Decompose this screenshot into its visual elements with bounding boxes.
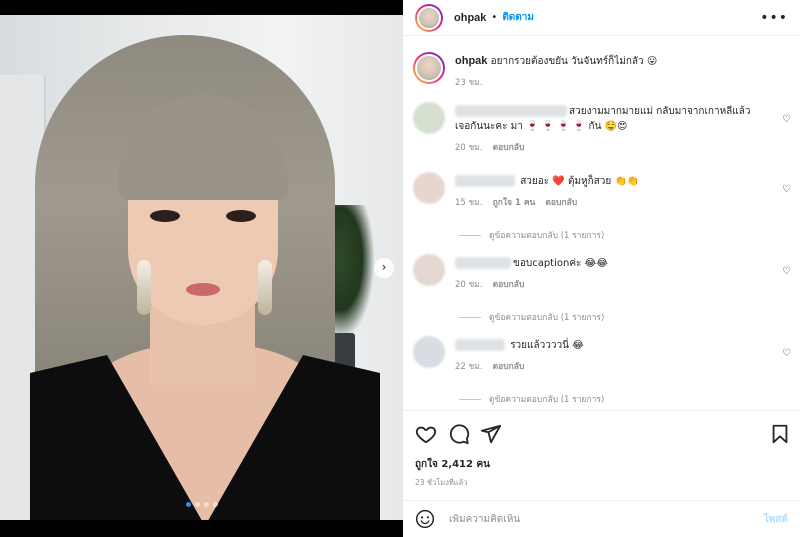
comment-list[interactable]: ohpak อยากรวยต้องขยัน วันจันทร์ก็ไม่กลัว… <box>403 44 800 410</box>
avatar[interactable] <box>413 102 445 134</box>
caption-row: ohpak อยากรวยต้องขยัน วันจันทร์ก็ไม่กลัว… <box>413 52 793 96</box>
avatar[interactable] <box>413 52 445 84</box>
view-replies-label: ดูข้อความตอบกลับ (1 รายการ) <box>489 313 605 323</box>
heart-icon[interactable]: ♡ <box>782 348 791 359</box>
view-replies-button[interactable]: ดูข้อความตอบกลับ (1 รายการ) <box>459 392 604 406</box>
header-username[interactable]: ohpak <box>454 12 486 24</box>
blurred-username <box>455 339 505 351</box>
heart-icon[interactable]: ♡ <box>782 184 791 195</box>
view-replies-label: ดูข้อความตอบกลับ (1 รายการ) <box>489 395 605 405</box>
comment-item: รวยแล้ววววนี่ 😂 22 ชม. ตอบกลับ ♡ <box>413 336 793 376</box>
comment-time[interactable]: 22 ชม. <box>455 360 483 375</box>
reply-button[interactable]: ตอบกลับ <box>493 360 525 375</box>
caption-meta: 23 ชม. <box>455 76 765 91</box>
post-details-panel: ohpak • ติดตาม ••• ohpak อยากรวยต้องขยัน… <box>403 0 800 537</box>
comment-item: สวยงามมากมายแม่ กลับมาจากเกาหลีแล้ว เจอก… <box>413 102 793 164</box>
comment-time[interactable]: 20 ชม. <box>455 141 483 156</box>
heart-icon[interactable]: ♡ <box>782 266 791 277</box>
replies-line <box>459 398 481 400</box>
post-photo[interactable] <box>0 15 403 520</box>
heart-icon[interactable]: ♡ <box>782 114 791 125</box>
comment-likes[interactable]: ถูกใจ 1 คน <box>493 196 536 211</box>
like-count[interactable]: ถูกใจ 2,412 คน <box>415 457 490 472</box>
post-actions: ถูกใจ 2,412 คน 23 ชั่วโมงที่แล้ว <box>403 410 800 500</box>
reply-button[interactable]: ตอบกลับ <box>545 196 577 211</box>
avatar[interactable] <box>413 172 445 204</box>
comment-input[interactable] <box>449 513 764 525</box>
carousel-dot <box>204 502 209 507</box>
view-replies-label: ดูข้อความตอบกลับ (1 รายการ) <box>489 231 605 241</box>
photo-eye-right <box>226 210 256 222</box>
blurred-username <box>455 257 511 269</box>
replies-line <box>459 234 481 236</box>
caption-body: ohpak อยากรวยต้องขยัน วันจันทร์ก็ไม่กลัว… <box>455 54 765 91</box>
photo-lips <box>186 283 220 296</box>
comment-body: ขอบcaptionค่ะ 😂😂 20 ชม. ตอบกลับ <box>455 256 765 293</box>
avatar-image <box>415 54 443 82</box>
chevron-right-icon: › <box>381 260 387 274</box>
view-replies-button[interactable]: ดูข้อความตอบกลับ (1 รายการ) <box>459 310 604 324</box>
comment-meta: 20 ชม. ตอบกลับ <box>455 278 765 293</box>
comment-meta: 22 ชม. ตอบกลับ <box>455 360 765 375</box>
bookmark-icon[interactable] <box>769 423 791 445</box>
comment-time[interactable]: 15 ชม. <box>455 196 483 211</box>
comment-meta: 20 ชม. ตอบกลับ <box>455 141 765 156</box>
avatar[interactable] <box>413 336 445 368</box>
comment-body: สวยงามมากมายแม่ กลับมาจากเกาหลีแล้ว เจอก… <box>455 104 765 156</box>
reply-button[interactable]: ตอบกลับ <box>493 141 525 156</box>
post-media: › <box>0 0 403 537</box>
comment-time[interactable]: 20 ชม. <box>455 278 483 293</box>
blurred-username <box>455 105 567 117</box>
comment-text: สวยอะ ❤️ ตุ้มหูก็สวย 👏👏 <box>520 176 640 187</box>
blurred-username <box>455 175 515 187</box>
avatar[interactable] <box>413 254 445 286</box>
follow-button[interactable]: ติดตาม <box>502 10 534 25</box>
comment-text: ขอบcaptionค่ะ 😂😂 <box>513 258 608 269</box>
share-icon[interactable] <box>480 423 502 445</box>
avatar-image <box>417 5 441 30</box>
add-comment-bar: โพสต์ <box>403 500 800 537</box>
reply-button[interactable]: ตอบกลับ <box>493 278 525 293</box>
carousel-indicator <box>186 502 218 507</box>
view-replies-button[interactable]: ดูข้อความตอบกลับ (1 รายการ) <box>459 228 604 242</box>
post-comment-button[interactable]: โพสต์ <box>763 512 788 527</box>
comment-item: สวยอะ ❤️ ตุ้มหูก็สวย 👏👏 15 ชม. ถูกใจ 1 ค… <box>413 172 793 212</box>
carousel-dot <box>195 502 200 507</box>
action-bar <box>415 423 788 445</box>
comment-meta: 15 ชม. ถูกใจ 1 คน ตอบกลับ <box>455 196 765 211</box>
next-slide-button[interactable]: › <box>374 258 394 278</box>
replies-line <box>459 316 481 318</box>
photo-earring-right <box>258 260 272 315</box>
photo-eye-left <box>150 210 180 222</box>
photo-earring-left <box>137 260 151 315</box>
caption-time[interactable]: 23 ชม. <box>455 76 483 91</box>
heart-icon[interactable] <box>415 423 437 445</box>
caption-username[interactable]: ohpak <box>455 55 487 67</box>
comment-body: สวยอะ ❤️ ตุ้มหูก็สวย 👏👏 15 ชม. ถูกใจ 1 ค… <box>455 174 765 211</box>
separator-dot: • <box>491 12 498 23</box>
avatar[interactable] <box>415 3 443 32</box>
emoji-icon[interactable] <box>415 509 435 529</box>
carousel-dot <box>186 502 191 507</box>
carousel-dot <box>213 502 218 507</box>
comment-text: รวยแล้ววววนี่ 😂 <box>510 340 584 351</box>
caption-text: อยากรวยต้องขยัน วันจันทร์ก็ไม่กลัว 😛 <box>490 56 658 67</box>
comment-body: รวยแล้ววววนี่ 😂 22 ชม. ตอบกลับ <box>455 338 765 375</box>
comment-icon[interactable] <box>448 423 470 445</box>
comment-item: ขอบcaptionค่ะ 😂😂 20 ชม. ตอบกลับ ♡ <box>413 254 793 294</box>
post-header: ohpak • ติดตาม ••• <box>403 0 800 36</box>
post-time[interactable]: 23 ชั่วโมงที่แล้ว <box>415 477 467 489</box>
more-icon[interactable]: ••• <box>760 10 788 26</box>
